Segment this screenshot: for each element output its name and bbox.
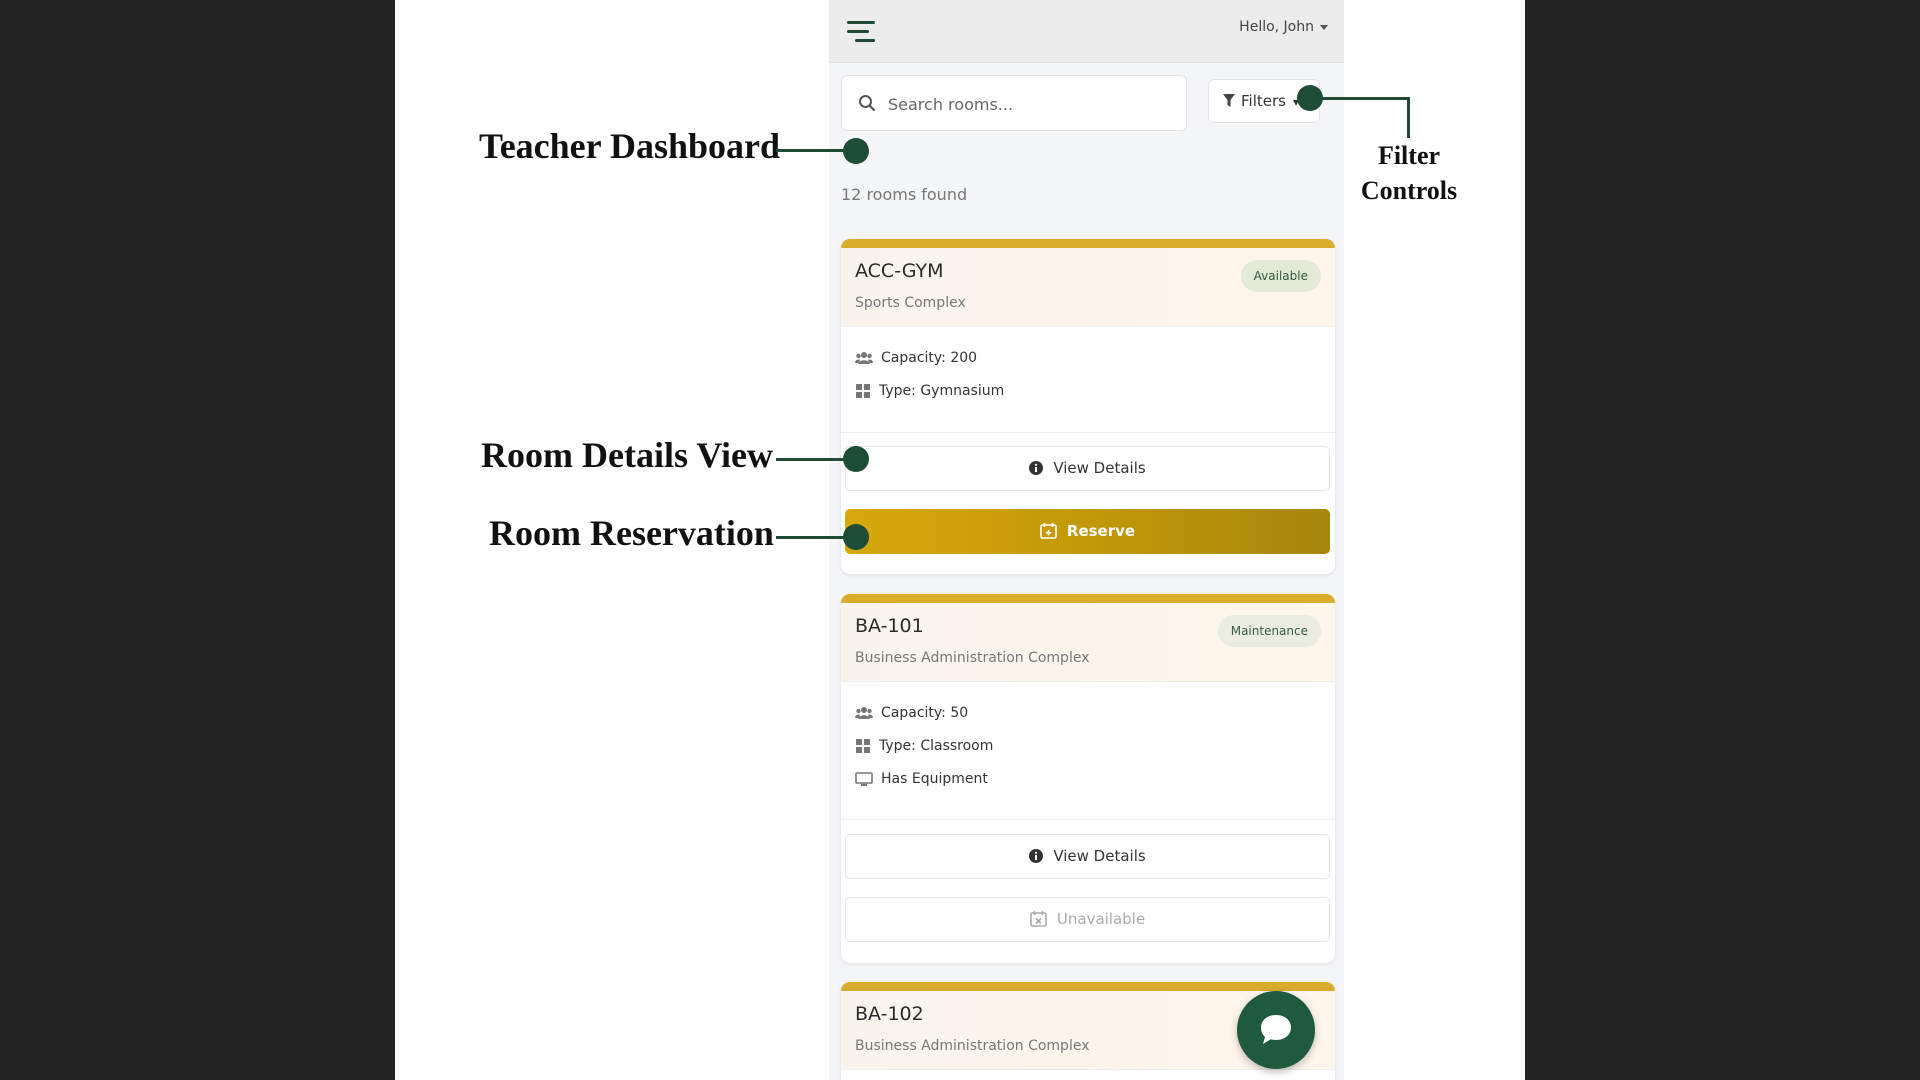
- capacity-row: Capacity: 200: [855, 350, 977, 366]
- room-building: Sports Complex: [855, 295, 966, 311]
- status-badge: Maintenance: [1217, 615, 1321, 647]
- view-details-label: View Details: [1053, 459, 1146, 477]
- equipment-text: Has Equipment: [881, 771, 988, 787]
- room-building: Business Administration Complex: [855, 650, 1090, 666]
- annotation-room-reservation: Room Reservation: [489, 513, 774, 553]
- annotation-marker: [843, 524, 869, 550]
- unavailable-label: Unavailable: [1056, 910, 1146, 928]
- room-code: ACC-GYM: [855, 260, 944, 282]
- annotation-marker: [843, 446, 869, 472]
- annotation-connector: [1407, 97, 1410, 138]
- annotation-connector: [1310, 97, 1410, 100]
- filters-label: Filters: [1241, 92, 1286, 110]
- annotation-marker: [843, 138, 869, 164]
- annotation-filter-controls: Filter Controls: [1350, 138, 1468, 208]
- search-icon: [858, 94, 876, 116]
- view-details-button[interactable]: View Details: [845, 834, 1330, 879]
- room-code: BA-101: [855, 615, 924, 637]
- capacity-text: Capacity: 200: [881, 350, 978, 366]
- view-details-label: View Details: [1053, 847, 1146, 865]
- results-count: 12 rooms found: [841, 185, 968, 204]
- menu-icon[interactable]: [847, 21, 877, 43]
- card-body: Capacity: 200 Type: Gymnasium: [841, 327, 1335, 433]
- app-viewport: Hello, John Filters ▾ 12 rooms found ACC…: [829, 0, 1344, 1080]
- search-input[interactable]: [886, 89, 1175, 119]
- view-details-button[interactable]: View Details: [845, 446, 1330, 491]
- capacity-row: Capacity: 50: [855, 705, 968, 721]
- calendar-plus-icon: [1040, 523, 1057, 539]
- card-body: Capacity: 50 Type: Classroom Has Equipme…: [841, 682, 1335, 820]
- card-header: ACC-GYM Sports Complex Available: [841, 248, 1335, 327]
- status-badge: Available: [1240, 260, 1321, 292]
- user-menu[interactable]: Hello, John: [1239, 19, 1328, 35]
- room-card: BA-101 Business Administration Complex M…: [841, 594, 1335, 963]
- chat-button[interactable]: [1237, 991, 1315, 1069]
- type-text: Type: Gymnasium: [879, 383, 1005, 399]
- search-box: [841, 75, 1187, 131]
- room-code: BA-102: [855, 1003, 924, 1025]
- equipment-row: Has Equipment: [855, 771, 988, 787]
- unavailable-button[interactable]: Unavailable: [845, 897, 1330, 942]
- monitor-icon: [855, 771, 873, 786]
- chat-icon: [1261, 1015, 1291, 1044]
- info-icon: [1029, 460, 1044, 475]
- reserve-button[interactable]: Reserve: [845, 509, 1330, 554]
- users-icon: [855, 707, 873, 719]
- users-icon: [855, 352, 873, 364]
- annotation-filter-line-2: Controls: [1360, 176, 1458, 205]
- grid-icon: [856, 739, 870, 753]
- card-accent-stripe: [841, 239, 1335, 248]
- annotation-filter-line-1: Filter: [1377, 141, 1441, 170]
- annotation-teacher-dashboard: Teacher Dashboard: [479, 126, 781, 166]
- card-header: BA-101 Business Administration Complex M…: [841, 603, 1335, 682]
- type-text: Type: Classroom: [879, 738, 994, 754]
- grid-icon: [856, 384, 870, 398]
- reserve-label: Reserve: [1066, 522, 1136, 540]
- room-building: Business Administration Complex: [855, 1038, 1090, 1054]
- capacity-text: Capacity: 50: [881, 705, 969, 721]
- filter-icon: [1223, 94, 1235, 112]
- caret-down-icon: [1320, 24, 1328, 30]
- card-accent-stripe: [841, 594, 1335, 603]
- type-row: Type: Gymnasium: [855, 383, 1004, 399]
- info-icon: [1029, 848, 1044, 863]
- top-navbar: Hello, John: [829, 0, 1344, 63]
- calendar-x-icon: [1030, 911, 1047, 927]
- room-card: ACC-GYM Sports Complex Available Capacit…: [841, 239, 1335, 574]
- type-row: Type: Classroom: [855, 738, 993, 754]
- card-accent-stripe: [841, 982, 1335, 991]
- annotation-room-details-view: Room Details View: [481, 435, 773, 475]
- user-greeting: Hello, John: [1239, 19, 1314, 35]
